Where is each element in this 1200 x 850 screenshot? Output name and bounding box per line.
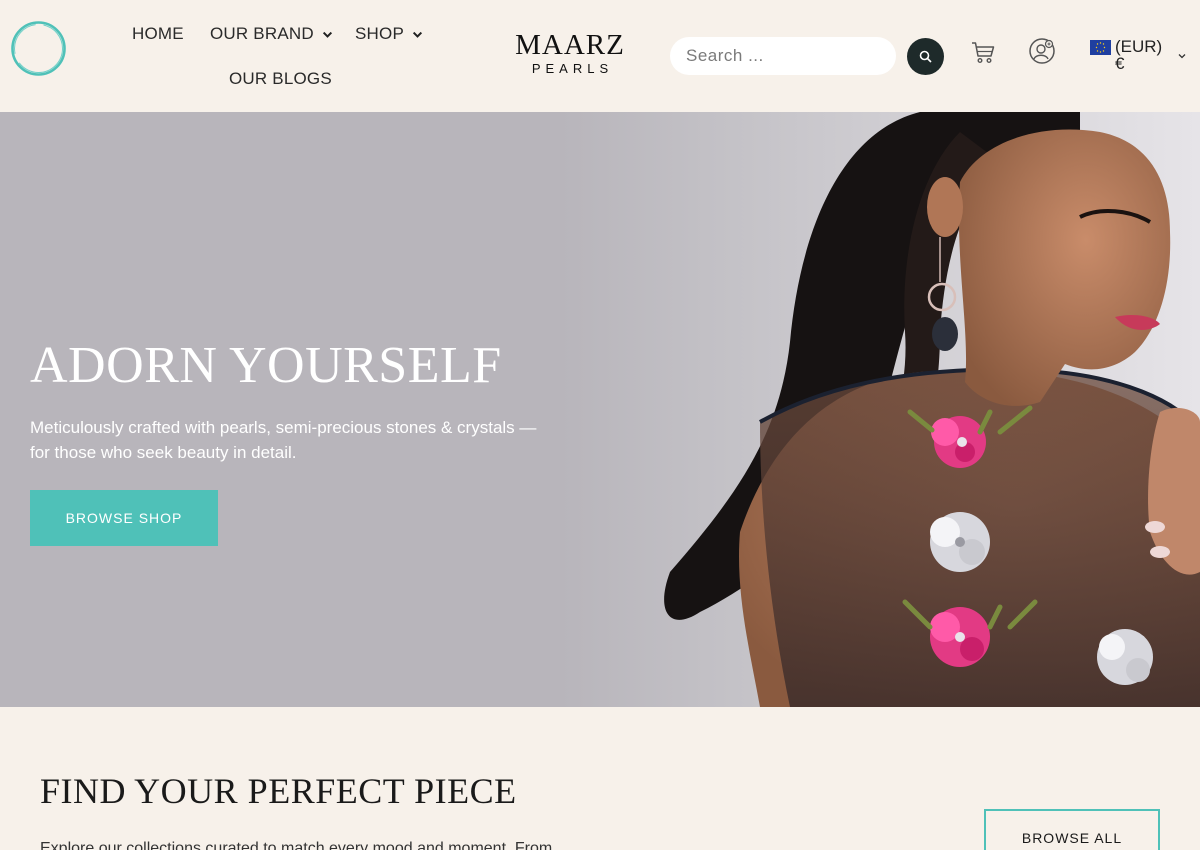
hero-title: ADORN YOURSELF	[30, 337, 502, 394]
site-header: HOME OUR BRAND SHOP OUR BLOGS MAARZ PEAR…	[0, 0, 1200, 112]
search-input[interactable]	[670, 37, 896, 75]
search-button[interactable]	[907, 38, 944, 75]
brand-logo-sub: PEARLS	[531, 61, 614, 76]
eu-flag-icon	[1090, 40, 1111, 55]
hero-banner: ADORN YOURSELF Meticulously crafted with…	[0, 112, 1200, 707]
hero-subtitle: Meticulously crafted with pearls, semi-p…	[30, 418, 537, 462]
nav-our-brand-label: OUR BRAND	[210, 24, 314, 43]
nav-our-blogs[interactable]: OUR BLOGS	[229, 69, 332, 89]
nav-shop[interactable]: SHOP	[355, 24, 423, 44]
search-icon	[919, 50, 932, 63]
account-icon[interactable]	[1028, 37, 1056, 65]
nav-shop-label: SHOP	[355, 24, 404, 43]
chevron-down-icon	[1178, 54, 1186, 59]
chevron-down-icon	[322, 31, 332, 38]
logo-ring-icon[interactable]	[10, 20, 67, 77]
nav-our-brand[interactable]: OUR BRAND	[210, 24, 333, 44]
section-description: Explore our collections curated to match…	[40, 840, 553, 850]
nav-home-label: HOME	[132, 24, 184, 43]
cart-icon[interactable]	[970, 39, 996, 65]
section-title: FIND YOUR PERFECT PIECE	[40, 771, 517, 811]
brand-logo-main: MAARZ	[515, 29, 625, 61]
brand-logo[interactable]: MAARZ PEARLS	[505, 30, 635, 76]
hero-model-photo	[560, 112, 1200, 707]
currency-selector[interactable]: (EUR) €	[1090, 38, 1190, 74]
currency-symbol: €	[1115, 54, 1125, 73]
nav-home[interactable]: HOME	[132, 24, 184, 44]
nav-our-blogs-label: OUR BLOGS	[229, 69, 332, 88]
chevron-down-icon	[412, 31, 423, 38]
browse-shop-button[interactable]: BROWSE SHOP	[30, 490, 218, 546]
browse-all-button[interactable]: BROWSE ALL	[984, 809, 1160, 850]
